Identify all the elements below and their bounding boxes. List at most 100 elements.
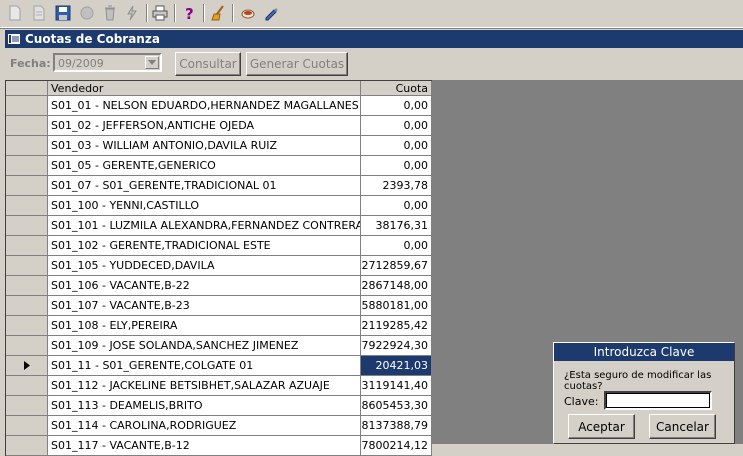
table-row[interactable]: S01_117 - VACANTE,B-12 7800214,12 <box>6 436 432 456</box>
pen-icon[interactable] <box>261 3 281 23</box>
vendedor-cell[interactable]: S01_108 - ELY,PEREIRA <box>48 316 361 336</box>
cuota-cell[interactable]: 2393,78 <box>361 176 432 196</box>
flash-icon[interactable] <box>122 3 142 23</box>
vendedor-cell[interactable]: S01_114 - CAROLINA,RODRIGUEZ <box>48 416 361 436</box>
row-indicator[interactable] <box>6 316 48 336</box>
row-indicator[interactable] <box>6 416 48 436</box>
delete-icon[interactable] <box>100 3 120 23</box>
row-indicator[interactable] <box>6 436 48 456</box>
table-row[interactable]: S01_11 - S01_GERENTE,COLGATE 01 20421,03 <box>6 356 432 376</box>
generar-cuotas-button[interactable]: Generar Cuotas <box>246 52 348 76</box>
vendedor-cell[interactable]: S01_02 - JEFFERSON,ANTICHE OJEDA <box>48 116 361 136</box>
cuota-cell[interactable]: 0,00 <box>361 116 432 136</box>
vendedor-cell[interactable]: S01_107 - VACANTE,B-23 <box>48 296 361 316</box>
row-indicator[interactable] <box>6 336 48 356</box>
table-row[interactable]: S01_02 - JEFFERSON,ANTICHE OJEDA 0,00 <box>6 116 432 136</box>
table-row[interactable]: S01_05 - GERENTE,GENERICO 0,00 <box>6 156 432 176</box>
row-indicator[interactable] <box>6 136 48 156</box>
row-indicator-header <box>6 81 48 96</box>
row-indicator[interactable] <box>6 236 48 256</box>
aceptar-button[interactable]: Aceptar <box>568 414 635 439</box>
table-row[interactable]: S01_112 - JACKELINE BETSIBHET,SALAZAR AZ… <box>6 376 432 396</box>
row-indicator[interactable] <box>6 256 48 276</box>
cuota-cell[interactable]: 0,00 <box>361 196 432 216</box>
help-icon[interactable]: ? <box>180 3 200 23</box>
clave-input[interactable] <box>604 391 712 410</box>
open-icon[interactable] <box>29 3 49 23</box>
row-indicator[interactable] <box>6 296 48 316</box>
fecha-select[interactable]: 09/2009 <box>53 53 162 72</box>
cuota-cell[interactable]: 0,00 <box>361 236 432 256</box>
cuota-cell[interactable]: 0,00 <box>361 96 432 116</box>
svg-text:?: ? <box>185 5 194 21</box>
cuota-cell[interactable]: 12867148,00 <box>361 276 432 296</box>
table-row[interactable]: S01_100 - YENNI,CASTILLO 0,00 <box>6 196 432 216</box>
table-row[interactable]: S01_113 - DEAMELIS,BRITO 38605453,30 <box>6 396 432 416</box>
coffee-icon[interactable] <box>238 3 258 23</box>
vendedor-cell[interactable]: S01_113 - DEAMELIS,BRITO <box>48 396 361 416</box>
table-row[interactable]: S01_102 - GERENTE,TRADICIONAL ESTE 0,00 <box>6 236 432 256</box>
clear-icon[interactable] <box>209 3 229 23</box>
table-row[interactable]: S01_105 - YUDDECED,DAVILA 12712859,67 <box>6 256 432 276</box>
row-indicator[interactable] <box>6 96 48 116</box>
row-indicator[interactable] <box>6 376 48 396</box>
vendedor-cell[interactable]: S01_106 - VACANTE,B-22 <box>48 276 361 296</box>
table-row[interactable]: S01_01 - NELSON EDUARDO,HERNANDEZ MAGALL… <box>6 96 432 116</box>
record-icon[interactable] <box>77 3 97 23</box>
dialog-title: Introduzca Clave <box>554 343 734 361</box>
cuota-cell[interactable]: 5880181,00 <box>361 296 432 316</box>
clave-label: Clave: <box>564 395 599 408</box>
row-indicator[interactable] <box>6 156 48 176</box>
vendedor-cell[interactable]: S01_01 - NELSON EDUARDO,HERNANDEZ MAGALL… <box>48 96 361 116</box>
cancelar-button[interactable]: Cancelar <box>649 414 716 439</box>
vendedor-cell[interactable]: S01_11 - S01_GERENTE,COLGATE 01 <box>48 356 361 376</box>
vendedor-cell[interactable]: S01_117 - VACANTE,B-12 <box>48 436 361 456</box>
row-indicator[interactable] <box>6 396 48 416</box>
cuota-cell[interactable]: 38605453,30 <box>361 396 432 416</box>
vendedor-cell[interactable]: S01_07 - S01_GERENTE,TRADICIONAL 01 <box>48 176 361 196</box>
toolbar: ? <box>0 0 743 29</box>
vendedor-cell[interactable]: S01_100 - YENNI,CASTILLO <box>48 196 361 216</box>
cuota-cell[interactable]: 20421,03 <box>361 356 432 376</box>
row-indicator[interactable] <box>6 176 48 196</box>
vendedor-cell[interactable]: S01_102 - GERENTE,TRADICIONAL ESTE <box>48 236 361 256</box>
vendedor-cell[interactable]: S01_109 - JOSE SOLANDA,SANCHEZ JIMENEZ <box>48 336 361 356</box>
row-indicator[interactable] <box>6 196 48 216</box>
table-row[interactable]: S01_03 - WILLIAM ANTONIO,DAVILA RUIZ 0,00 <box>6 136 432 156</box>
save-icon[interactable] <box>53 3 73 23</box>
table-row[interactable]: S01_109 - JOSE SOLANDA,SANCHEZ JIMENEZ 27… <box>6 336 432 356</box>
vendedor-cell[interactable]: S01_101 - LUZMILA ALEXANDRA,FERNANDEZ CO… <box>48 216 361 236</box>
vendedor-cell[interactable]: S01_03 - WILLIAM ANTONIO,DAVILA RUIZ <box>48 136 361 156</box>
table-row[interactable]: S01_101 - LUZMILA ALEXANDRA,FERNANDEZ CO… <box>6 216 432 236</box>
cuota-cell[interactable]: 33119141,40 <box>361 376 432 396</box>
chevron-down-icon[interactable] <box>145 56 159 69</box>
table-row[interactable]: S01_106 - VACANTE,B-22 12867148,00 <box>6 276 432 296</box>
fecha-label: Fecha: <box>10 57 51 70</box>
table-row[interactable]: S01_114 - CAROLINA,RODRIGUEZ 38137388,79 <box>6 416 432 436</box>
cuota-cell[interactable]: 12712859,67 <box>361 256 432 276</box>
vendedor-cell[interactable]: S01_112 - JACKELINE BETSIBHET,SALAZAR AZ… <box>48 376 361 396</box>
column-header-cuota[interactable]: Cuota <box>361 81 432 96</box>
row-indicator[interactable] <box>6 276 48 296</box>
cuota-cell[interactable]: 38176,31 <box>361 216 432 236</box>
row-indicator[interactable] <box>6 116 48 136</box>
consultar-button[interactable]: Consultar <box>175 52 241 76</box>
table-row[interactable]: S01_07 - S01_GERENTE,TRADICIONAL 01 2393,… <box>6 176 432 196</box>
current-row-icon <box>23 361 30 370</box>
cuota-cell[interactable]: 0,00 <box>361 136 432 156</box>
print-icon[interactable] <box>150 3 170 23</box>
cuota-cell[interactable]: 32119285,42 <box>361 316 432 336</box>
vendedor-cell[interactable]: S01_05 - GERENTE,GENERICO <box>48 156 361 176</box>
cuota-cell[interactable]: 38137388,79 <box>361 416 432 436</box>
column-header-vendedor[interactable]: Vendedor <box>48 81 361 96</box>
table-row[interactable]: S01_107 - VACANTE,B-23 5880181,00 <box>6 296 432 316</box>
cuota-cell[interactable]: 7800214,12 <box>361 436 432 456</box>
vendedor-cell[interactable]: S01_105 - YUDDECED,DAVILA <box>48 256 361 276</box>
new-icon[interactable] <box>5 3 25 23</box>
cuotas-grid[interactable]: Vendedor Cuota S01_01 - NELSON EDUARDO,H… <box>5 80 432 456</box>
row-indicator[interactable] <box>6 356 48 376</box>
table-row[interactable]: S01_108 - ELY,PEREIRA 32119285,42 <box>6 316 432 336</box>
cuota-cell[interactable]: 27922924,30 <box>361 336 432 356</box>
cuota-cell[interactable]: 0,00 <box>361 156 432 176</box>
row-indicator[interactable] <box>6 216 48 236</box>
